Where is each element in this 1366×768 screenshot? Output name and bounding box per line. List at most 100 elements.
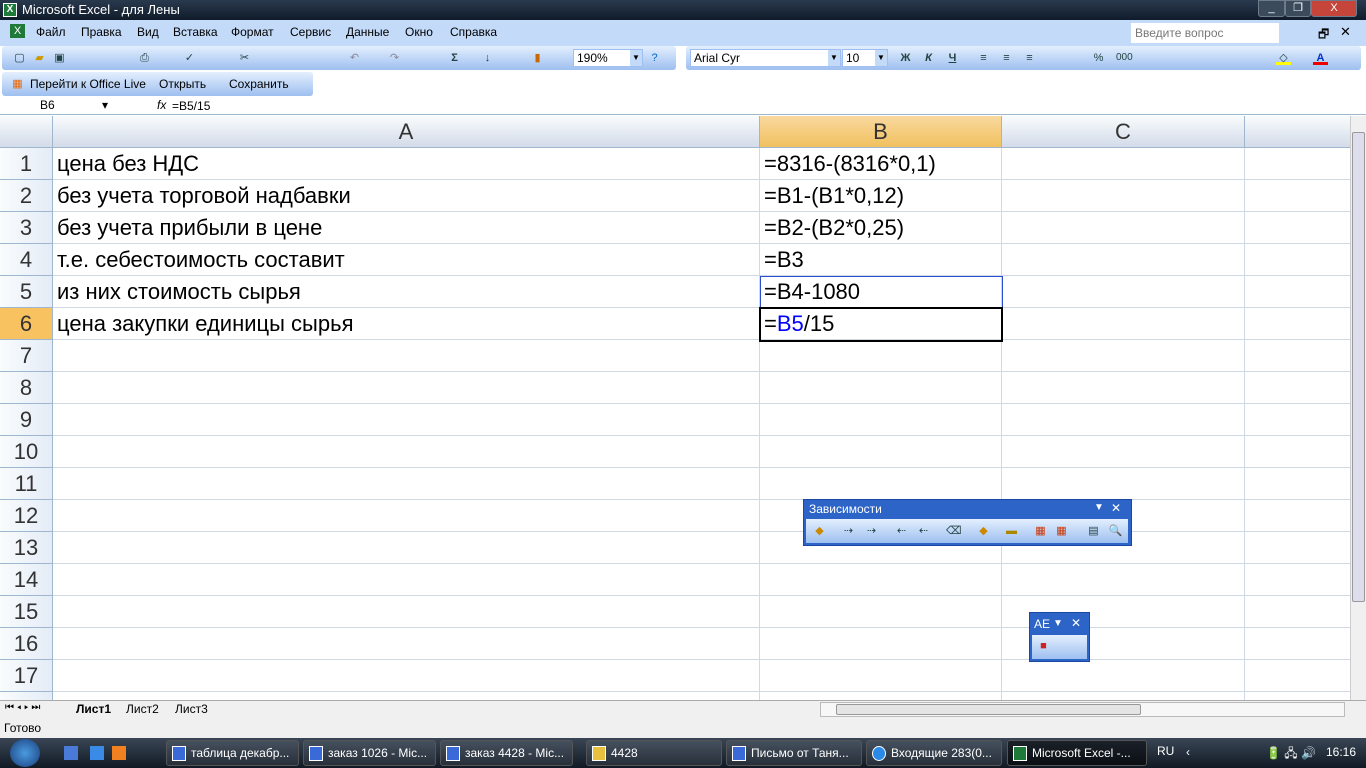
cell[interactable] bbox=[1002, 372, 1245, 404]
italic-button[interactable]: К bbox=[921, 51, 936, 65]
column-header[interactable]: A bbox=[53, 116, 760, 148]
cell[interactable] bbox=[53, 500, 760, 532]
cell[interactable] bbox=[1002, 692, 1245, 700]
help-search-input[interactable]: Введите вопрос bbox=[1131, 23, 1279, 43]
trace-error-icon[interactable]: ◆ bbox=[812, 524, 827, 538]
formula-input[interactable]: =B5/15 bbox=[172, 99, 210, 113]
close-button[interactable]: X bbox=[1311, 0, 1357, 17]
cell[interactable]: без учета прибыли в цене bbox=[53, 212, 760, 244]
redo-icon[interactable]: ↷ bbox=[387, 51, 402, 65]
cell[interactable] bbox=[1002, 468, 1245, 500]
row-header[interactable]: 5 bbox=[0, 276, 53, 308]
row-header[interactable]: 10 bbox=[0, 436, 53, 468]
row-header[interactable]: 4 bbox=[0, 244, 53, 276]
row-header[interactable]: 8 bbox=[0, 372, 53, 404]
cell[interactable]: т.е. себестоимость составит bbox=[53, 244, 760, 276]
cell[interactable] bbox=[1002, 212, 1245, 244]
cell[interactable] bbox=[1245, 692, 1350, 700]
row-header[interactable]: 6 bbox=[0, 308, 53, 340]
font-size-select[interactable]: 10 ▼ bbox=[842, 49, 888, 67]
align-center-icon[interactable]: ≡ bbox=[999, 51, 1014, 65]
cell[interactable] bbox=[1245, 404, 1350, 436]
save-button[interactable]: Сохранить bbox=[229, 77, 289, 91]
menu-help[interactable]: Справка bbox=[450, 25, 497, 39]
cell[interactable] bbox=[1245, 180, 1350, 212]
percent-button[interactable]: % bbox=[1091, 51, 1106, 65]
chevron-down-icon[interactable]: ▼ bbox=[1053, 618, 1063, 629]
cell[interactable] bbox=[1245, 276, 1350, 308]
task-mail[interactable]: Письмо от Таня... bbox=[726, 740, 862, 766]
start-button[interactable] bbox=[10, 739, 40, 767]
cell[interactable] bbox=[1245, 372, 1350, 404]
cell[interactable] bbox=[53, 692, 760, 700]
task-excel[interactable]: Microsoft Excel -... bbox=[1007, 740, 1147, 766]
cell[interactable] bbox=[760, 596, 1002, 628]
menu-data[interactable]: Данные bbox=[346, 25, 389, 39]
cell[interactable] bbox=[1002, 244, 1245, 276]
cell[interactable] bbox=[760, 372, 1002, 404]
tab-scroll-icons[interactable]: ⏮ ◂ ▸ ⏭ bbox=[5, 702, 40, 713]
row-header[interactable]: 9 bbox=[0, 404, 53, 436]
active-cell-border[interactable] bbox=[759, 307, 1003, 342]
clear-circles-icon[interactable]: ▦ bbox=[1054, 524, 1069, 538]
row-header[interactable]: 1 bbox=[0, 148, 53, 180]
remove-arrows-icon[interactable]: ⌫ bbox=[946, 524, 962, 538]
tray-chevron-icon[interactable]: ‹ bbox=[1186, 745, 1190, 759]
new-icon[interactable]: ▢ bbox=[12, 51, 27, 65]
trace-error2-icon[interactable]: ◆ bbox=[976, 524, 991, 538]
cell[interactable] bbox=[1002, 564, 1245, 596]
cell[interactable] bbox=[53, 372, 760, 404]
task-word-1026[interactable]: заказ 1026 - Mic... bbox=[303, 740, 436, 766]
row-header[interactable]: 13 bbox=[0, 532, 53, 564]
media-player-icon[interactable] bbox=[112, 746, 126, 760]
column-header[interactable]: C bbox=[1002, 116, 1245, 148]
scroll-thumb[interactable] bbox=[1352, 132, 1365, 602]
menu-file[interactable]: Файл bbox=[36, 25, 66, 39]
fill-color-icon[interactable]: ◇ bbox=[1276, 51, 1291, 65]
chevron-down-icon[interactable]: ▾ bbox=[102, 97, 108, 114]
font-select[interactable]: Arial Cyr ▼ bbox=[690, 49, 841, 67]
open-button[interactable]: Открыть bbox=[159, 77, 206, 91]
cell[interactable] bbox=[1245, 212, 1350, 244]
cell[interactable]: =B2-(B2*0,25) bbox=[760, 212, 1002, 244]
vertical-scrollbar[interactable] bbox=[1350, 116, 1366, 700]
underline-button[interactable]: Ч bbox=[945, 51, 960, 65]
cell[interactable] bbox=[1002, 148, 1245, 180]
cell[interactable] bbox=[1002, 308, 1245, 340]
cell[interactable] bbox=[1245, 340, 1350, 372]
remove-dependents-icon[interactable]: ⇠ bbox=[916, 524, 931, 538]
column-header[interactable]: B bbox=[760, 116, 1002, 148]
print-icon[interactable]: ⎙ bbox=[137, 51, 152, 65]
cell[interactable] bbox=[760, 436, 1002, 468]
menu-edit[interactable]: Правка bbox=[81, 25, 122, 39]
cell[interactable] bbox=[760, 564, 1002, 596]
fx-icon[interactable]: fx bbox=[157, 97, 166, 114]
name-box[interactable]: B6 ▾ fx bbox=[0, 97, 166, 114]
task-folder-4428[interactable]: 4428 bbox=[586, 740, 722, 766]
cell[interactable] bbox=[1245, 564, 1350, 596]
watch-window-icon[interactable]: ▤ bbox=[1086, 524, 1101, 538]
undo-icon[interactable]: ↶ bbox=[347, 51, 362, 65]
cell[interactable] bbox=[53, 468, 760, 500]
cell[interactable] bbox=[1245, 244, 1350, 276]
font-color-icon[interactable]: A bbox=[1313, 51, 1328, 65]
row-header[interactable]: 17 bbox=[0, 660, 53, 692]
spreadsheet-grid[interactable]: A B C 1 цена без НДС =8316-(8316*0,1) 2 без уче… bbox=[0, 116, 1350, 700]
tray-icons[interactable]: 🔋 🖧 🔊 bbox=[1266, 744, 1316, 765]
row-header[interactable]: 15 bbox=[0, 596, 53, 628]
sort-asc-icon[interactable]: ↓ bbox=[480, 51, 495, 65]
language-indicator[interactable]: RU bbox=[1157, 744, 1174, 758]
autosum-icon[interactable]: Σ bbox=[447, 51, 462, 65]
cell[interactable] bbox=[1002, 660, 1245, 692]
menu-insert[interactable]: Вставка bbox=[173, 25, 218, 39]
cell[interactable] bbox=[1245, 436, 1350, 468]
cell[interactable] bbox=[1002, 180, 1245, 212]
cell[interactable] bbox=[53, 660, 760, 692]
column-header[interactable] bbox=[1245, 116, 1350, 148]
menu-view[interactable]: Вид bbox=[137, 25, 159, 39]
cell[interactable]: =8316-(8316*0,1) bbox=[760, 148, 1002, 180]
cell[interactable] bbox=[1245, 596, 1350, 628]
row-header[interactable]: 7 bbox=[0, 340, 53, 372]
cell[interactable] bbox=[1245, 148, 1350, 180]
cell[interactable] bbox=[53, 628, 760, 660]
